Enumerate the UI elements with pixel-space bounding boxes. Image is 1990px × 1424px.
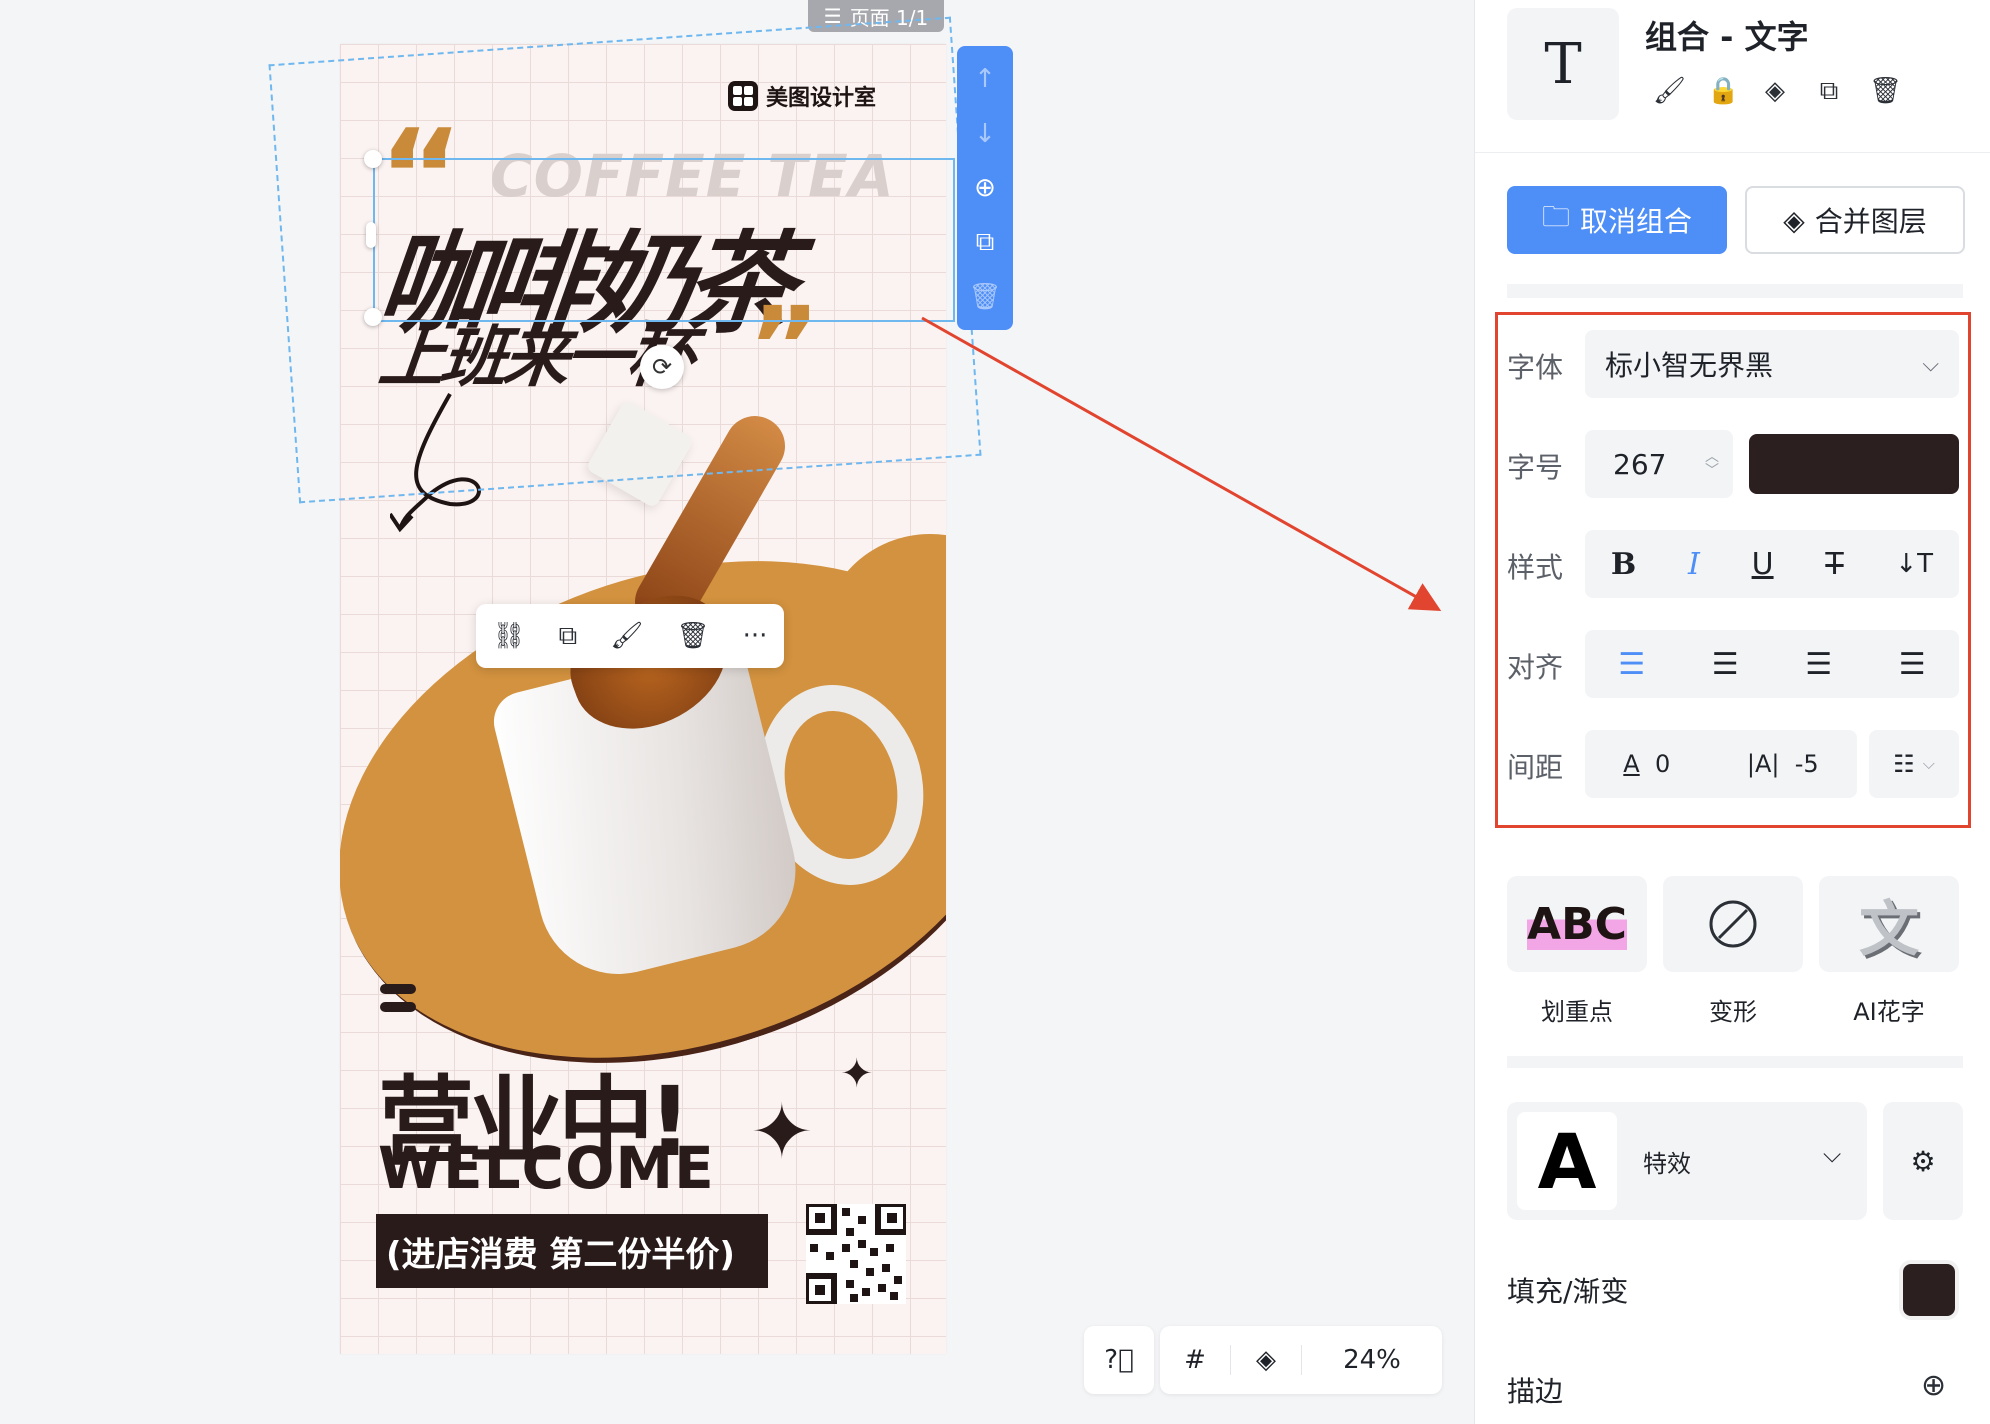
font-size-value: 267 — [1613, 447, 1667, 481]
line-spacing-icon: |A| — [1746, 750, 1780, 778]
highlight-preview: ABC — [1507, 876, 1647, 972]
merge-layers-button[interactable]: ◈ 合并图层 — [1745, 186, 1965, 254]
duplicate-icon[interactable]: ⧉ — [976, 229, 995, 255]
layer-side-toolbar: ↑ ↓ ⊕ ⧉ 🗑 — [957, 46, 1013, 330]
grid-icon[interactable]: # — [1160, 1345, 1230, 1375]
effect-preview: A — [1517, 1112, 1617, 1210]
help-button[interactable]: ?⃝ — [1084, 1326, 1154, 1394]
lock-icon[interactable]: 🔒 — [1707, 76, 1739, 107]
style-label: 样式 — [1507, 551, 1564, 584]
text-selection-box[interactable] — [373, 158, 955, 322]
effect-label: 特效 — [1643, 1150, 1691, 1178]
fill-color-swatch[interactable] — [1903, 1264, 1955, 1316]
ungroup-button[interactable]: 🗀 取消组合 — [1507, 186, 1727, 254]
spacing-group: A 0 |A| -5 — [1585, 730, 1857, 798]
resize-handle-top-left[interactable] — [364, 150, 382, 168]
zoom-bar: # ◈ 24% — [1160, 1326, 1442, 1394]
ai-art-text-preview: 文 — [1819, 876, 1959, 972]
floating-toolbar: ⛓ ⧉ 🖌 🗑 ··· — [476, 604, 784, 668]
layers-icon[interactable]: ◈ — [1231, 1345, 1301, 1375]
list-style-select[interactable]: ☷ ⌵ — [1869, 730, 1959, 798]
fx-transform[interactable]: 变形 — [1663, 876, 1803, 1027]
underline-icon[interactable]: U — [1752, 547, 1774, 582]
resize-handle-left[interactable] — [366, 222, 376, 248]
trash-icon[interactable]: 🗑 — [676, 621, 709, 651]
qr-code-icon — [803, 1201, 909, 1307]
letter-spacing-input[interactable]: A 0 — [1623, 750, 1670, 778]
chevron-down-icon: ⌵ — [1922, 351, 1939, 377]
strikethrough-icon[interactable]: T — [1825, 547, 1843, 582]
sparkle-small-icon: ✦ — [840, 1051, 874, 1097]
font-size-input[interactable]: 267 ︿ ﹀ — [1585, 430, 1733, 498]
rotate-icon[interactable]: ⟳ — [640, 345, 684, 389]
no-transform-icon — [1663, 876, 1803, 972]
bold-icon[interactable]: B — [1611, 547, 1636, 582]
duplicate-icon[interactable]: ⧉ — [1815, 76, 1843, 107]
welcome-text[interactable]: WELCOME — [378, 1134, 715, 1202]
align-justify-icon[interactable]: ☰ — [1899, 647, 1926, 682]
panel-title: 组合 - 文字 — [1645, 18, 1809, 56]
add-stroke-icon[interactable]: ⊕ — [1921, 1368, 1946, 1403]
fx-ai-art-text[interactable]: 文 AI花字 — [1819, 876, 1959, 1027]
copy-icon[interactable]: ⧉ — [559, 621, 578, 652]
layers-icon: ◈ — [1783, 203, 1805, 237]
letter-spacing-icon: A — [1623, 750, 1640, 778]
panel-quick-actions: 🖌 🔒 ◈ ⧉ 🗑 — [1653, 76, 1902, 107]
promo-banner[interactable]: (进店消费 第二份半价) — [376, 1214, 768, 1288]
adjust-settings-button[interactable]: ⚙ — [1883, 1102, 1963, 1220]
fx-highlight[interactable]: ABC 划重点 — [1507, 876, 1647, 1027]
layers-icon[interactable]: ◈ — [1761, 76, 1789, 107]
sliders-icon: ⚙ — [1910, 1144, 1936, 1178]
italic-icon[interactable]: I — [1688, 547, 1700, 582]
move-down-icon[interactable]: ↓ — [974, 121, 996, 147]
text-color-swatch[interactable] — [1749, 434, 1959, 494]
equals-decoration-icon — [380, 984, 416, 1012]
font-label: 字体 — [1507, 351, 1564, 384]
fill-label: 填充/渐变 — [1507, 1275, 1629, 1308]
align-center-icon[interactable]: ☰ — [1712, 647, 1739, 682]
list-icon: ☷ — [1893, 750, 1915, 778]
unlink-icon[interactable]: ⛓ — [493, 621, 526, 651]
add-circle-icon[interactable]: ⊕ — [974, 175, 996, 201]
zoom-level[interactable]: 24% — [1302, 1345, 1442, 1375]
size-label: 字号 — [1507, 451, 1564, 484]
chevron-down-icon: ⌵ — [1922, 754, 1935, 773]
spacing-label: 间距 — [1507, 751, 1564, 784]
help-icon: ?⃝ — [1104, 1345, 1134, 1375]
sparkle-icon: ✦ — [750, 1087, 814, 1176]
text-type-icon: T — [1507, 8, 1619, 120]
resize-handle-bottom-left[interactable] — [364, 308, 382, 326]
effect-select[interactable]: A 特效 ⌵ — [1507, 1102, 1867, 1220]
align-label: 对齐 — [1507, 651, 1564, 684]
align-left-icon[interactable]: ☰ — [1618, 647, 1645, 682]
font-value: 标小智无界黑 — [1605, 349, 1774, 382]
stepper-icon[interactable]: ︿ ﹀ — [1705, 450, 1719, 478]
align-right-icon[interactable]: ☰ — [1805, 647, 1832, 682]
more-icon[interactable]: ··· — [743, 621, 768, 651]
stroke-label: 描边 — [1507, 1375, 1564, 1408]
text-style-group: B I U T ↓T — [1585, 530, 1959, 598]
format-painter-icon[interactable]: 🖌 — [610, 621, 643, 651]
format-painter-icon[interactable]: 🖌 — [1653, 76, 1686, 107]
properties-panel: T 组合 - 文字 🖌 🔒 ◈ ⧉ 🗑 🗀 取消组合 ◈ 合并图层 字体 标小智… — [1474, 0, 1990, 1424]
trash-icon[interactable]: 🗑 — [1869, 76, 1902, 107]
chevron-down-icon: ⌵ — [1823, 1140, 1842, 1168]
text-align-group: ☰ ☰ ☰ ☰ — [1585, 630, 1959, 698]
line-spacing-input[interactable]: |A| -5 — [1747, 750, 1819, 778]
move-up-icon[interactable]: ↑ — [974, 66, 996, 92]
folder-icon: 🗀 — [1541, 200, 1570, 233]
vertical-text-icon[interactable]: ↓T — [1895, 549, 1933, 579]
font-select[interactable]: 标小智无界黑 ⌵ — [1585, 330, 1959, 398]
delete-icon[interactable]: 🗑 — [968, 284, 1001, 310]
